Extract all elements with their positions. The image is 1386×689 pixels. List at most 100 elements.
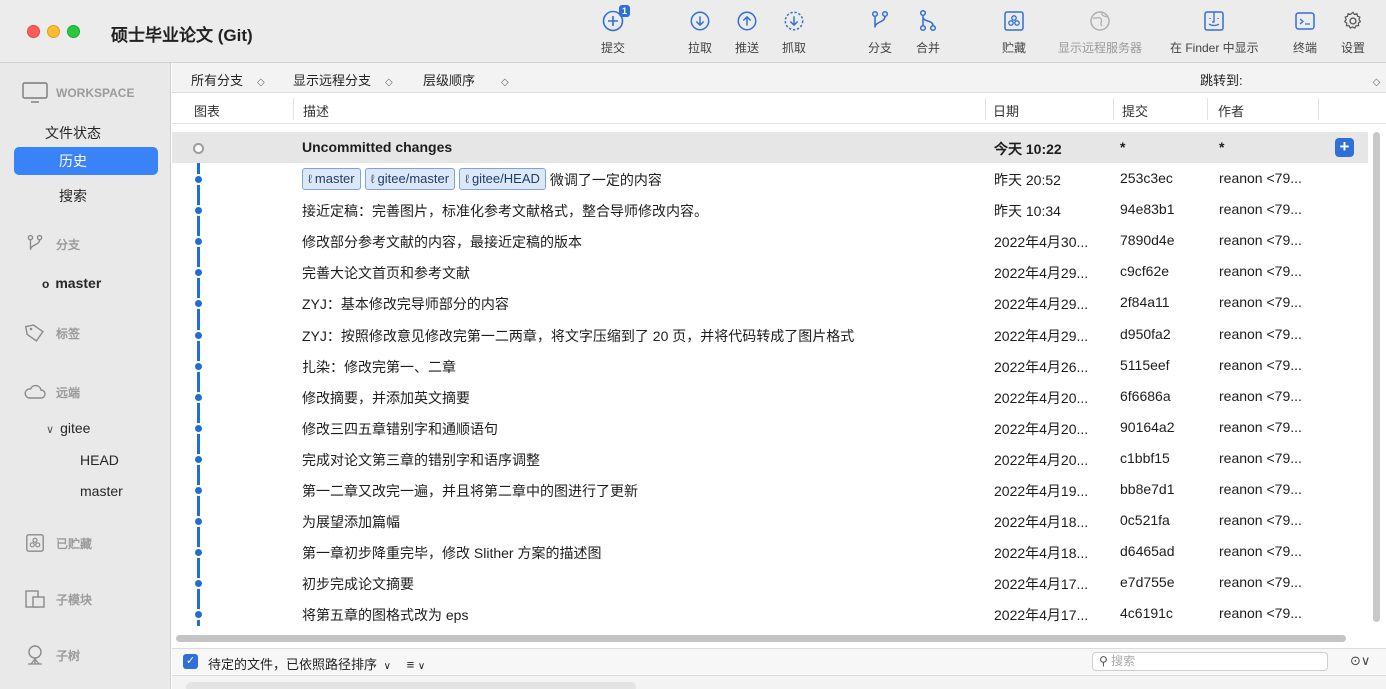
branch-ref-badge[interactable]: ℓ master	[302, 168, 361, 191]
minimize-window-button[interactable]	[47, 25, 60, 38]
commit-row[interactable]: 修改部分参考文献的内容，最接近定稿的版本 2022年4月30... 7890d4e r…	[172, 225, 1368, 256]
column-graph[interactable]: 图表	[194, 101, 220, 120]
commit-button[interactable]: 1 提交	[600, 5, 630, 56]
column-divider[interactable]	[1207, 98, 1208, 120]
stage-all-button[interactable]: +	[1335, 138, 1354, 157]
commit-hash: d6465ad	[1120, 543, 1175, 560]
sidebar-subtrees-header[interactable]: 子树	[22, 644, 80, 666]
commit-author: reanon <79...	[1219, 294, 1302, 311]
branch-icon: ℓ	[308, 172, 312, 187]
order-select[interactable]: 层级顺序 ◇	[423, 70, 509, 89]
file-search-input[interactable]: ⚲ 搜索	[1092, 652, 1328, 671]
commit-row[interactable]: 为展望添加篇幅 2022年4月18... 0c521fa reanon <79...	[172, 505, 1368, 536]
jump-to-select[interactable]: 跳转到: ◇	[1200, 70, 1380, 89]
pending-files-sort-menu[interactable]: 待定的文件，已依照路径排序 ∨ ≡ ∨	[208, 654, 425, 673]
file-list-placeholder	[186, 682, 636, 689]
chevron-updown-icon: ◇	[1372, 77, 1381, 88]
pending-files-checkbox[interactable]: ✓	[183, 654, 198, 669]
sidebar-item-history[interactable]: 历史	[14, 147, 158, 175]
commit-row[interactable]: 完善大论文首页和参考文献 2022年4月29... c9cf62e reanon <7…	[172, 256, 1368, 287]
push-button[interactable]: 推送	[734, 8, 760, 56]
fetch-button[interactable]: 抓取	[781, 8, 807, 56]
pull-button[interactable]: 拉取	[687, 8, 713, 56]
terminal-button[interactable]: 终端	[1292, 8, 1318, 56]
sidebar-item-remote-master[interactable]: master	[80, 483, 123, 499]
graph-node	[193, 453, 204, 465]
commit-row[interactable]: 接近定稿：完善图片，标准化参考文献格式，整合导师修改内容。 昨天 10:34 94e…	[172, 194, 1368, 225]
branch-button[interactable]: 分支	[867, 8, 893, 56]
sidebar-item-branch-master[interactable]: o master	[42, 275, 101, 291]
commit-message: 初步完成论文摘要	[302, 576, 414, 593]
commit-hash: 7890d4e	[1120, 232, 1175, 249]
settings-button[interactable]: 设置	[1340, 8, 1366, 56]
commit-description-cell: ZYJ：基本修改完导师部分的内容	[302, 294, 509, 314]
close-window-button[interactable]	[27, 25, 40, 38]
column-divider[interactable]	[985, 98, 986, 120]
zoom-window-button[interactable]	[67, 25, 80, 38]
sidebar-submodules-header[interactable]: 子模块	[22, 588, 92, 610]
chevron-down-icon: ∨	[383, 661, 391, 672]
commit-row[interactable]: 第一二章又改完一遍，并且将第二章中的图进行了更新 2022年4月19... bb8e…	[172, 474, 1368, 505]
column-description[interactable]: 描述	[303, 101, 329, 120]
tag-icon	[22, 322, 48, 344]
sidebar-stashed-header[interactable]: 已贮藏	[22, 532, 92, 554]
more-options-icon[interactable]: ⊙∨	[1350, 653, 1370, 669]
commit-description-cell: 第一章初步降重完毕，修改 Slither 方案的描述图	[302, 543, 601, 563]
commit-description-cell: 完成对论文第三章的错别字和语序调整	[302, 450, 540, 470]
sidebar-remotes-header[interactable]: 远端	[22, 381, 80, 403]
commit-row[interactable]: 扎染：修改完第一、二章 2022年4月26... 5115eef reanon <79…	[172, 350, 1368, 381]
commit-message: 扎染：修改完第一、二章	[302, 358, 456, 375]
arrow-down-circle-icon	[687, 8, 713, 34]
show-remote-button[interactable]: 显示远程服务器	[1058, 8, 1142, 56]
commit-message: 完成对论文第三章的错别字和语序调整	[302, 451, 540, 468]
graph-node	[193, 516, 204, 528]
sidebar-item-remote-head[interactable]: HEAD	[80, 452, 119, 468]
vertical-scrollbar[interactable]	[1373, 132, 1380, 622]
graph-node	[193, 267, 204, 279]
branch-ref-badge[interactable]: ℓ gitee/master	[364, 168, 456, 191]
graph-node	[193, 205, 204, 217]
show-in-finder-button[interactable]: 在 Finder 中显示	[1170, 8, 1259, 56]
column-author[interactable]: 作者	[1218, 101, 1244, 120]
merge-button[interactable]: 合并	[915, 8, 941, 56]
sidebar-item-file-status[interactable]: 文件状态	[14, 119, 158, 147]
commit-row[interactable]: 修改三四五章错别字和通顺语句 2022年4月20... 90164a2 reanon …	[172, 412, 1368, 443]
remote-name-label: gitee	[60, 420, 91, 436]
column-divider[interactable]	[1113, 98, 1114, 120]
branch-icon	[867, 8, 893, 34]
show-remote-branches-select[interactable]: 显示远程分支 ◇	[293, 70, 393, 89]
search-icon: ⚲	[1099, 654, 1108, 668]
uncommitted-changes-row[interactable]: Uncommitted changes 今天 10:22 * * +	[172, 132, 1368, 164]
sidebar-branches-header[interactable]: 分支	[22, 233, 80, 255]
commit-row[interactable]: 完成对论文第三章的错别字和语序调整 2022年4月20... c1bbf15 rean…	[172, 443, 1368, 474]
stash-button[interactable]: 贮藏	[1001, 8, 1027, 56]
commit-row[interactable]: 修改摘要，并添加英文摘要 2022年4月20... 6f6686a reanon <7…	[172, 381, 1368, 412]
commit-message: Uncommitted changes	[302, 139, 453, 155]
commit-date: 今天 10:22	[994, 141, 1062, 157]
commit-hash: 0c521fa	[1120, 512, 1170, 529]
sidebar-tags-header[interactable]: 标签	[22, 322, 80, 344]
graph-node	[193, 547, 204, 559]
list-view-icon[interactable]: ≡	[407, 657, 415, 672]
column-date[interactable]: 日期	[993, 101, 1019, 120]
commit-row[interactable]: ℓ master ℓ gitee/master ℓ gitee/HEAD 微调了一定的内容昨…	[172, 163, 1368, 194]
column-commit[interactable]: 提交	[1122, 101, 1148, 120]
horizontal-scrollbar[interactable]	[176, 635, 1346, 642]
column-divider[interactable]	[1318, 98, 1319, 120]
all-branches-select[interactable]: 所有分支 ◇	[191, 70, 265, 89]
submodule-icon	[22, 588, 48, 610]
sidebar-item-remote-gitee[interactable]: ∨ gitee	[46, 420, 90, 436]
commit-author: reanon <79...	[1219, 449, 1302, 466]
commit-row[interactable]: ZYJ：基本修改完导师部分的内容 2022年4月29... 2f84a11 reano…	[172, 287, 1368, 318]
commit-author: reanon <79...	[1219, 325, 1302, 342]
commit-date: 昨天 20:52	[994, 172, 1061, 189]
commit-hash: 253c3ec	[1120, 170, 1173, 187]
branch-ref-badge[interactable]: ℓ gitee/HEAD	[459, 168, 546, 191]
sidebar-item-search[interactable]: 搜索	[14, 182, 158, 210]
commit-row[interactable]: 初步完成论文摘要 2022年4月17... e7d755e reanon <79...	[172, 567, 1368, 598]
column-divider[interactable]	[293, 98, 294, 120]
graph-node	[193, 298, 204, 310]
commit-row[interactable]: ZYJ：按照修改意见修改完第一二两章，将文字压缩到了 20 页，并将代码转成了图…	[172, 319, 1368, 350]
commit-row[interactable]: 第一章初步降重完毕，修改 Slither 方案的描述图 2022年4月18... d…	[172, 536, 1368, 567]
commit-row[interactable]: 将第五章的图格式改为 eps 2022年4月17... 4c6191c reanon …	[172, 598, 1368, 629]
